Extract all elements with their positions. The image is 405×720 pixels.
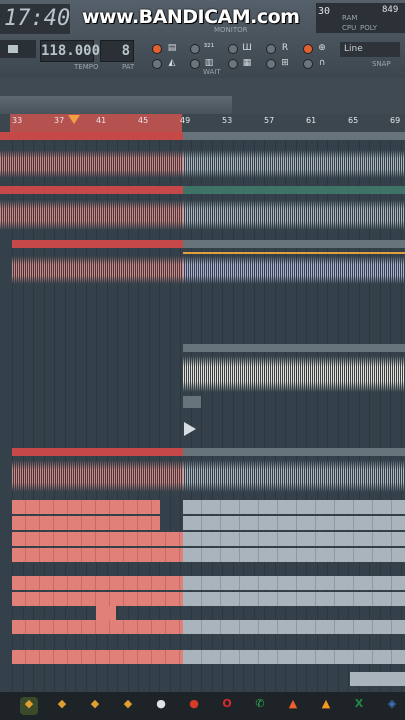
playlist-horizontal-scrollbar[interactable]: [0, 96, 232, 114]
network-icon[interactable]: ◈: [383, 697, 401, 715]
typing-keyboard-icon[interactable]: ▤: [166, 43, 178, 54]
system-clock: 17:40: [0, 4, 70, 34]
pattern-clip[interactable]: [183, 500, 405, 514]
mouse-cursor-icon: [184, 422, 196, 436]
bar-number: 57: [264, 116, 275, 125]
fl-studio-icon[interactable]: ◆: [20, 697, 38, 715]
pattern-clip[interactable]: [183, 532, 405, 546]
blend-notes-toggle[interactable]: [303, 44, 313, 54]
bar-number: 49: [180, 116, 191, 125]
magnet-icon[interactable]: ∩: [316, 58, 328, 69]
pattern-clip[interactable]: [183, 576, 405, 590]
bar-number: 69: [390, 116, 401, 125]
clip-header[interactable]: [183, 132, 405, 140]
brave-icon[interactable]: ▲: [284, 697, 302, 715]
whatsapp-icon[interactable]: ✆: [251, 697, 269, 715]
fl-studio-icon-2[interactable]: ◆: [53, 697, 71, 715]
tempo-label: TEMPO: [74, 63, 99, 71]
bar-number: 37: [54, 116, 65, 125]
audio-waveform[interactable]: [183, 150, 405, 178]
clip-header[interactable]: [183, 396, 201, 408]
vlc-icon[interactable]: ▲: [317, 697, 335, 715]
multilink-icon[interactable]: ⊞: [279, 58, 291, 69]
bar-number: 61: [306, 116, 317, 125]
loop-record-toggle[interactable]: [266, 44, 276, 54]
clip-header[interactable]: [0, 186, 183, 194]
clip-header[interactable]: [12, 448, 183, 456]
bar-number: 41: [96, 116, 107, 125]
fl-studio-icon-3[interactable]: ◆: [86, 697, 104, 715]
blend-notes-icon[interactable]: ⊕: [316, 43, 328, 54]
pattern-clip[interactable]: [183, 620, 405, 634]
ram-label: RAM: [342, 14, 358, 22]
bandicam-watermark: www.BANDICAM.com: [82, 6, 300, 28]
song-mode-indicator: [8, 45, 18, 53]
metronome-icon[interactable]: ◭: [166, 58, 178, 69]
record-button[interactable]: [152, 44, 162, 54]
pattern-clip[interactable]: [12, 532, 183, 546]
cpu-label: CPU: [342, 24, 357, 32]
overdub-icon[interactable]: Ш: [241, 43, 253, 54]
pattern-clip[interactable]: [96, 606, 116, 620]
snap-toggle[interactable]: [303, 59, 313, 69]
clip-header[interactable]: [0, 132, 183, 140]
pattern-clip[interactable]: [183, 592, 405, 606]
playhead-marker[interactable]: [68, 115, 80, 124]
ram-value: 849: [382, 5, 399, 15]
audio-waveform[interactable]: [183, 200, 405, 230]
clip-header[interactable]: [183, 240, 405, 248]
pattern-clip[interactable]: [12, 576, 183, 590]
pattern-clip[interactable]: [12, 592, 183, 606]
loop-record-icon[interactable]: R: [279, 43, 291, 54]
pattern-clip[interactable]: [350, 672, 405, 686]
audio-waveform[interactable]: [0, 150, 183, 178]
bar-number: 33: [12, 116, 23, 125]
pattern-clip[interactable]: [183, 516, 405, 530]
bar-number: 53: [222, 116, 233, 125]
audio-waveform[interactable]: [12, 256, 183, 284]
pattern-clip[interactable]: [12, 516, 160, 530]
excel-icon[interactable]: X: [350, 697, 368, 715]
bar-number: 45: [138, 116, 149, 125]
step-edit-toggle[interactable]: [228, 59, 238, 69]
metronome-toggle[interactable]: [152, 59, 162, 69]
pattern-clip[interactable]: [12, 650, 183, 664]
pattern-clip[interactable]: [12, 500, 160, 514]
obs-icon[interactable]: ●: [152, 697, 170, 715]
pattern-clip[interactable]: [12, 548, 183, 562]
wait-toggle[interactable]: [190, 59, 200, 69]
clip-header[interactable]: [183, 344, 405, 352]
audio-waveform[interactable]: [183, 356, 405, 392]
pattern-clip[interactable]: [12, 620, 183, 634]
poly-label: POLY: [360, 24, 377, 32]
audio-waveform[interactable]: [12, 460, 183, 492]
bandicam-icon[interactable]: ●: [185, 697, 203, 715]
pattern-clip[interactable]: [183, 548, 405, 562]
countdown-icon[interactable]: ³²¹: [203, 43, 215, 54]
snap-label: SNAP: [372, 60, 391, 68]
audio-waveform[interactable]: [183, 256, 405, 284]
pattern-display[interactable]: 8: [100, 40, 134, 62]
opera-icon[interactable]: O: [218, 697, 236, 715]
clip-header[interactable]: [12, 240, 183, 248]
tempo-display[interactable]: 118.000: [40, 40, 100, 62]
track-highlight-line: [183, 252, 405, 254]
audio-waveform[interactable]: [0, 200, 183, 230]
step-edit-icon[interactable]: ▦: [241, 58, 253, 69]
fl-studio-icon-4[interactable]: ◆: [119, 697, 137, 715]
pattern-label: PAT: [122, 63, 135, 71]
wait-label: WAIT: [203, 68, 221, 76]
snap-selector[interactable]: Line: [340, 42, 400, 57]
audio-waveform[interactable]: [183, 460, 405, 492]
pattern-song-switch[interactable]: [0, 40, 36, 58]
bar-number: 65: [348, 116, 359, 125]
countdown-toggle[interactable]: [190, 44, 200, 54]
pattern-clip[interactable]: [183, 650, 405, 664]
clip-header[interactable]: [183, 448, 405, 456]
multilink-toggle[interactable]: [266, 59, 276, 69]
clip-header[interactable]: [183, 186, 405, 194]
overdub-toggle[interactable]: [228, 44, 238, 54]
